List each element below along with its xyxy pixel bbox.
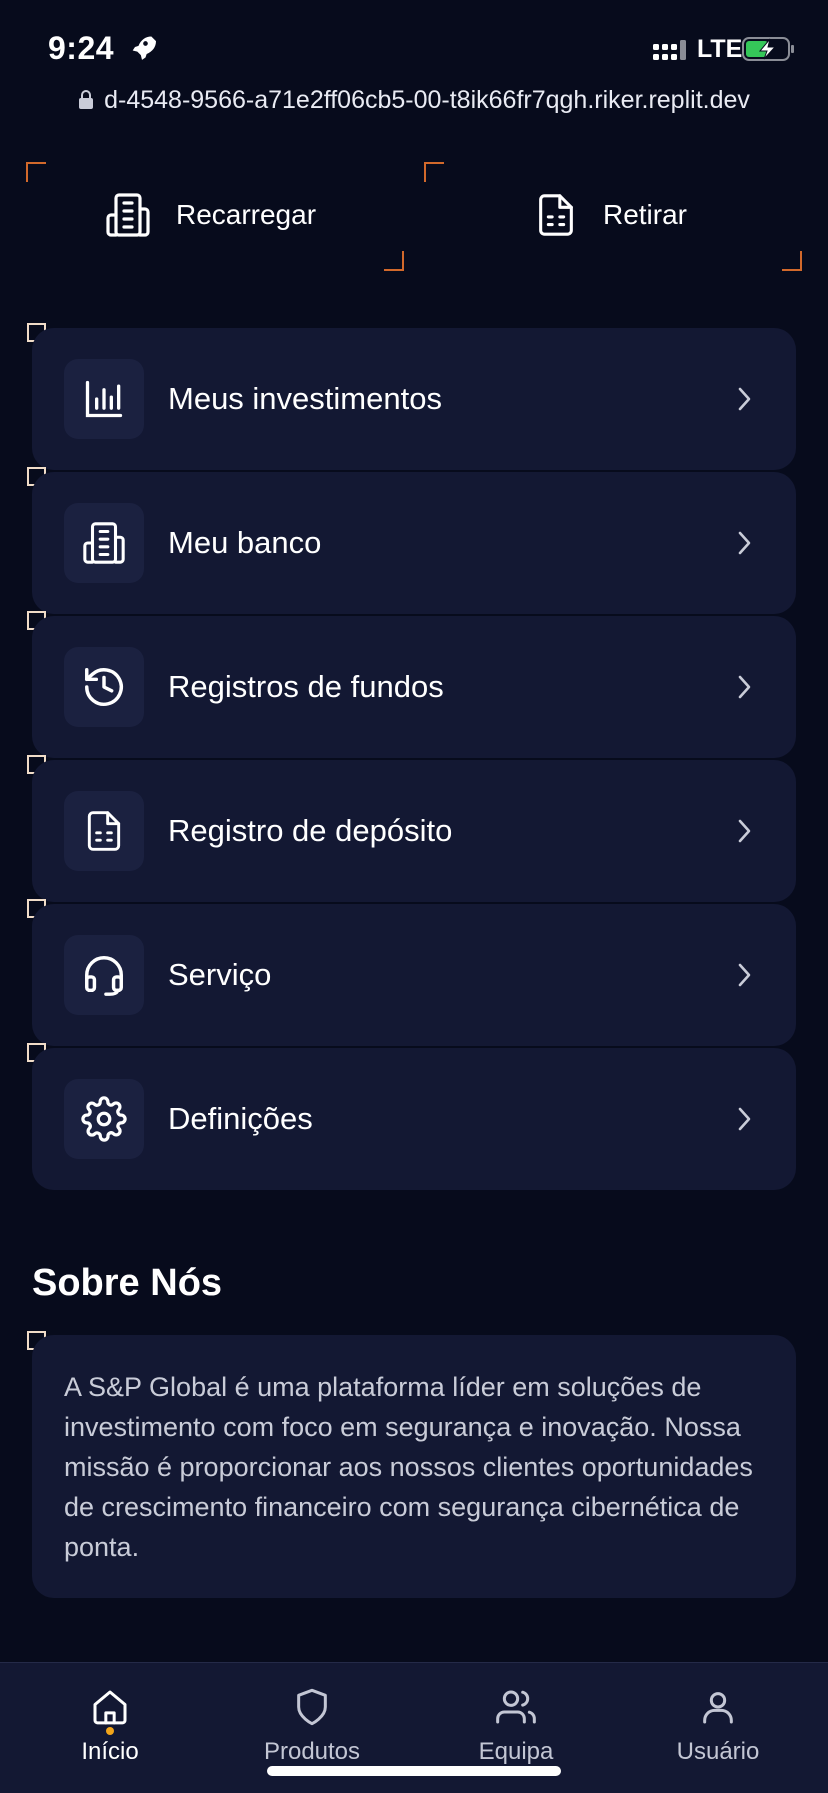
shield-icon [297,1688,327,1726]
status-time: 9:24 [48,30,115,66]
chevron-right-icon [738,675,751,699]
battery-charging-icon [742,37,794,61]
chevron-right-icon [738,963,751,987]
chevron-right-icon [738,531,751,555]
active-indicator-dot [106,1727,114,1735]
menu-item-fund-records[interactable]: Registros de fundos [32,616,796,758]
withdraw-button[interactable]: Retirar [420,160,800,270]
menu-item-label: Meu banco [168,525,322,560]
building-icon [83,522,125,564]
menu-item-service[interactable]: Serviço [32,904,796,1046]
lock-icon [79,90,94,109]
nav-label: Produtos [263,1738,361,1765]
home-icon [93,1690,127,1725]
about-title: Sobre Nós [32,1262,223,1304]
bar-chart-icon [85,380,123,418]
menu-item-my-investments[interactable]: Meus investimentos [32,328,796,470]
menu-item-label: Registro de depósito [168,813,453,848]
about-card: A S&P Global é uma plataforma líder em s… [32,1335,796,1598]
nav-label: Usuário [676,1738,760,1765]
document-icon [539,194,573,236]
nav-label: Equipa [478,1738,554,1765]
document-icon [87,811,121,851]
chevron-right-icon [738,819,751,843]
menu-item-my-bank[interactable]: Meu banco [32,472,796,614]
recharge-button[interactable]: Recarregar [20,160,400,270]
about-text: A S&P Global é uma plataforma líder em s… [64,1372,753,1562]
rocket-icon [132,36,156,60]
building-icon [106,193,150,237]
network-type: LTE [697,35,743,63]
nav-item-home[interactable]: Início [30,1687,190,1766]
chevron-right-icon [738,1107,751,1131]
menu-item-label: Registros de fundos [168,669,444,704]
menu-item-settings[interactable]: Definições [32,1048,796,1190]
headset-icon [85,956,123,996]
nav-label: Início [81,1738,139,1765]
signal-icon [653,40,686,60]
users-icon [496,1690,536,1724]
url-text: d-4548-9566-a71e2ff06cb5-00-t8ik66fr7qgh… [104,86,750,114]
menu-item-deposit-record[interactable]: Registro de depósito [32,760,796,902]
withdraw-label: Retirar [602,199,687,230]
home-indicator[interactable] [267,1766,561,1776]
nav-item-user[interactable]: Usuário [638,1687,798,1766]
menu-item-label: Serviço [168,957,272,992]
menu-item-label: Definições [168,1101,313,1136]
recharge-label: Recarregar [175,199,317,230]
nav-item-products[interactable]: Produtos [232,1687,392,1766]
nav-item-team[interactable]: Equipa [436,1687,596,1766]
gear-icon [81,1096,127,1142]
chevron-right-icon [738,387,751,411]
url-bar[interactable]: d-4548-9566-a71e2ff06cb5-00-t8ik66fr7qgh… [0,86,828,115]
user-icon [703,1692,733,1724]
menu-item-label: Meus investimentos [168,381,442,416]
history-icon [85,668,123,706]
